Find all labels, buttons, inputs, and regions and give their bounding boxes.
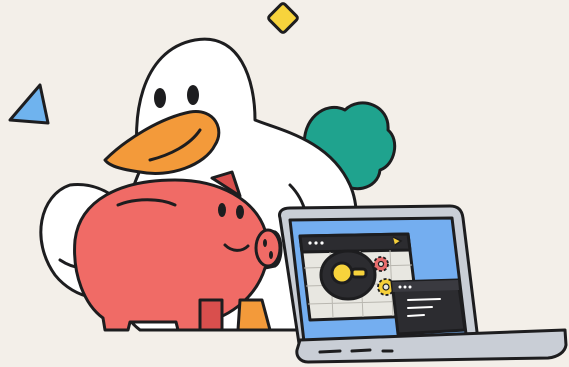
duck-piggy-laptop-illustration <box>8 2 568 364</box>
diamond-shape <box>267 2 299 34</box>
toggle-icon <box>319 249 377 301</box>
illustration-stage <box>0 0 569 367</box>
terminal-window <box>390 278 467 336</box>
triangle-shape <box>8 83 50 125</box>
laptop <box>278 204 568 364</box>
